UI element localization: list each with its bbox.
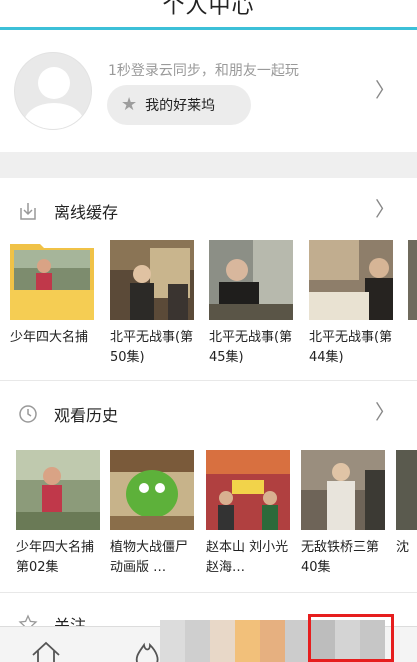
star-icon: ★ [121, 94, 138, 115]
default-avatar-icon[interactable] [14, 52, 92, 130]
video-thumbnail [206, 450, 290, 530]
watch-history-title: 观看历史 [54, 406, 119, 425]
offline-cache-title: 离线缓存 [54, 203, 119, 222]
video-thumbnail [110, 450, 194, 530]
section-gap [0, 152, 417, 178]
video-caption: 赵本山 刘小光 赵海… [206, 540, 289, 575]
watch-history-header[interactable]: 观看历史 〉 [0, 388, 417, 438]
divider [0, 592, 417, 593]
highlight-box [308, 614, 394, 662]
login-tagline[interactable]: 1秒登录云同步，和朋友一起玩 [108, 60, 299, 80]
top-bar: 个人中心 [0, 0, 417, 30]
video-caption: 北平无战事(第45集) [209, 330, 293, 365]
my-hollywood-label: 我的好莱坞 [145, 98, 216, 114]
video-caption: 北平无战事(第44集) [309, 330, 393, 365]
video-thumbnail [110, 240, 194, 320]
watch-history-row: 少年四大名捕 第02集 植物大战僵尸动画版 … 赵本山 刘小光 赵海… 无敌铁桥… [0, 450, 417, 590]
my-hollywood-button[interactable]: ★ 我的好莱坞 [107, 85, 251, 125]
video-caption-partial: 沈 [396, 540, 410, 555]
download-icon [20, 203, 36, 220]
profile-card[interactable]: 1秒登录云同步，和朋友一起玩 ★ 我的好莱坞 〉 [0, 30, 417, 152]
chevron-right-icon[interactable]: 〉 [375, 199, 395, 219]
offline-cache-header[interactable]: 离线缓存 〉 [0, 185, 417, 235]
chevron-right-icon[interactable]: 〉 [375, 80, 395, 100]
video-thumbnail [16, 450, 100, 530]
fire-icon[interactable] [132, 641, 162, 662]
clock-icon [19, 405, 37, 423]
video-caption: 无敌铁桥三第40集 [301, 540, 380, 575]
video-caption: 少年四大名捕 第02集 [16, 540, 95, 575]
offline-cache-row: 少年四大名捕 北平无战事(第50集) 北平无战事(第45集) 北平无战事(第44… [0, 240, 417, 380]
chevron-right-icon[interactable]: 〉 [375, 402, 395, 422]
video-caption: 植物大战僵尸动画版 … [110, 540, 189, 575]
video-thumbnail [301, 450, 385, 530]
video-thumbnail [10, 240, 94, 320]
video-caption: 北平无战事(第50集) [110, 330, 194, 365]
home-icon[interactable] [30, 641, 62, 662]
page-title: 个人中心 [162, 0, 255, 19]
video-thumbnail [209, 240, 293, 320]
divider [0, 380, 417, 381]
video-thumbnail [309, 240, 393, 320]
video-caption: 少年四大名捕 [10, 330, 89, 345]
